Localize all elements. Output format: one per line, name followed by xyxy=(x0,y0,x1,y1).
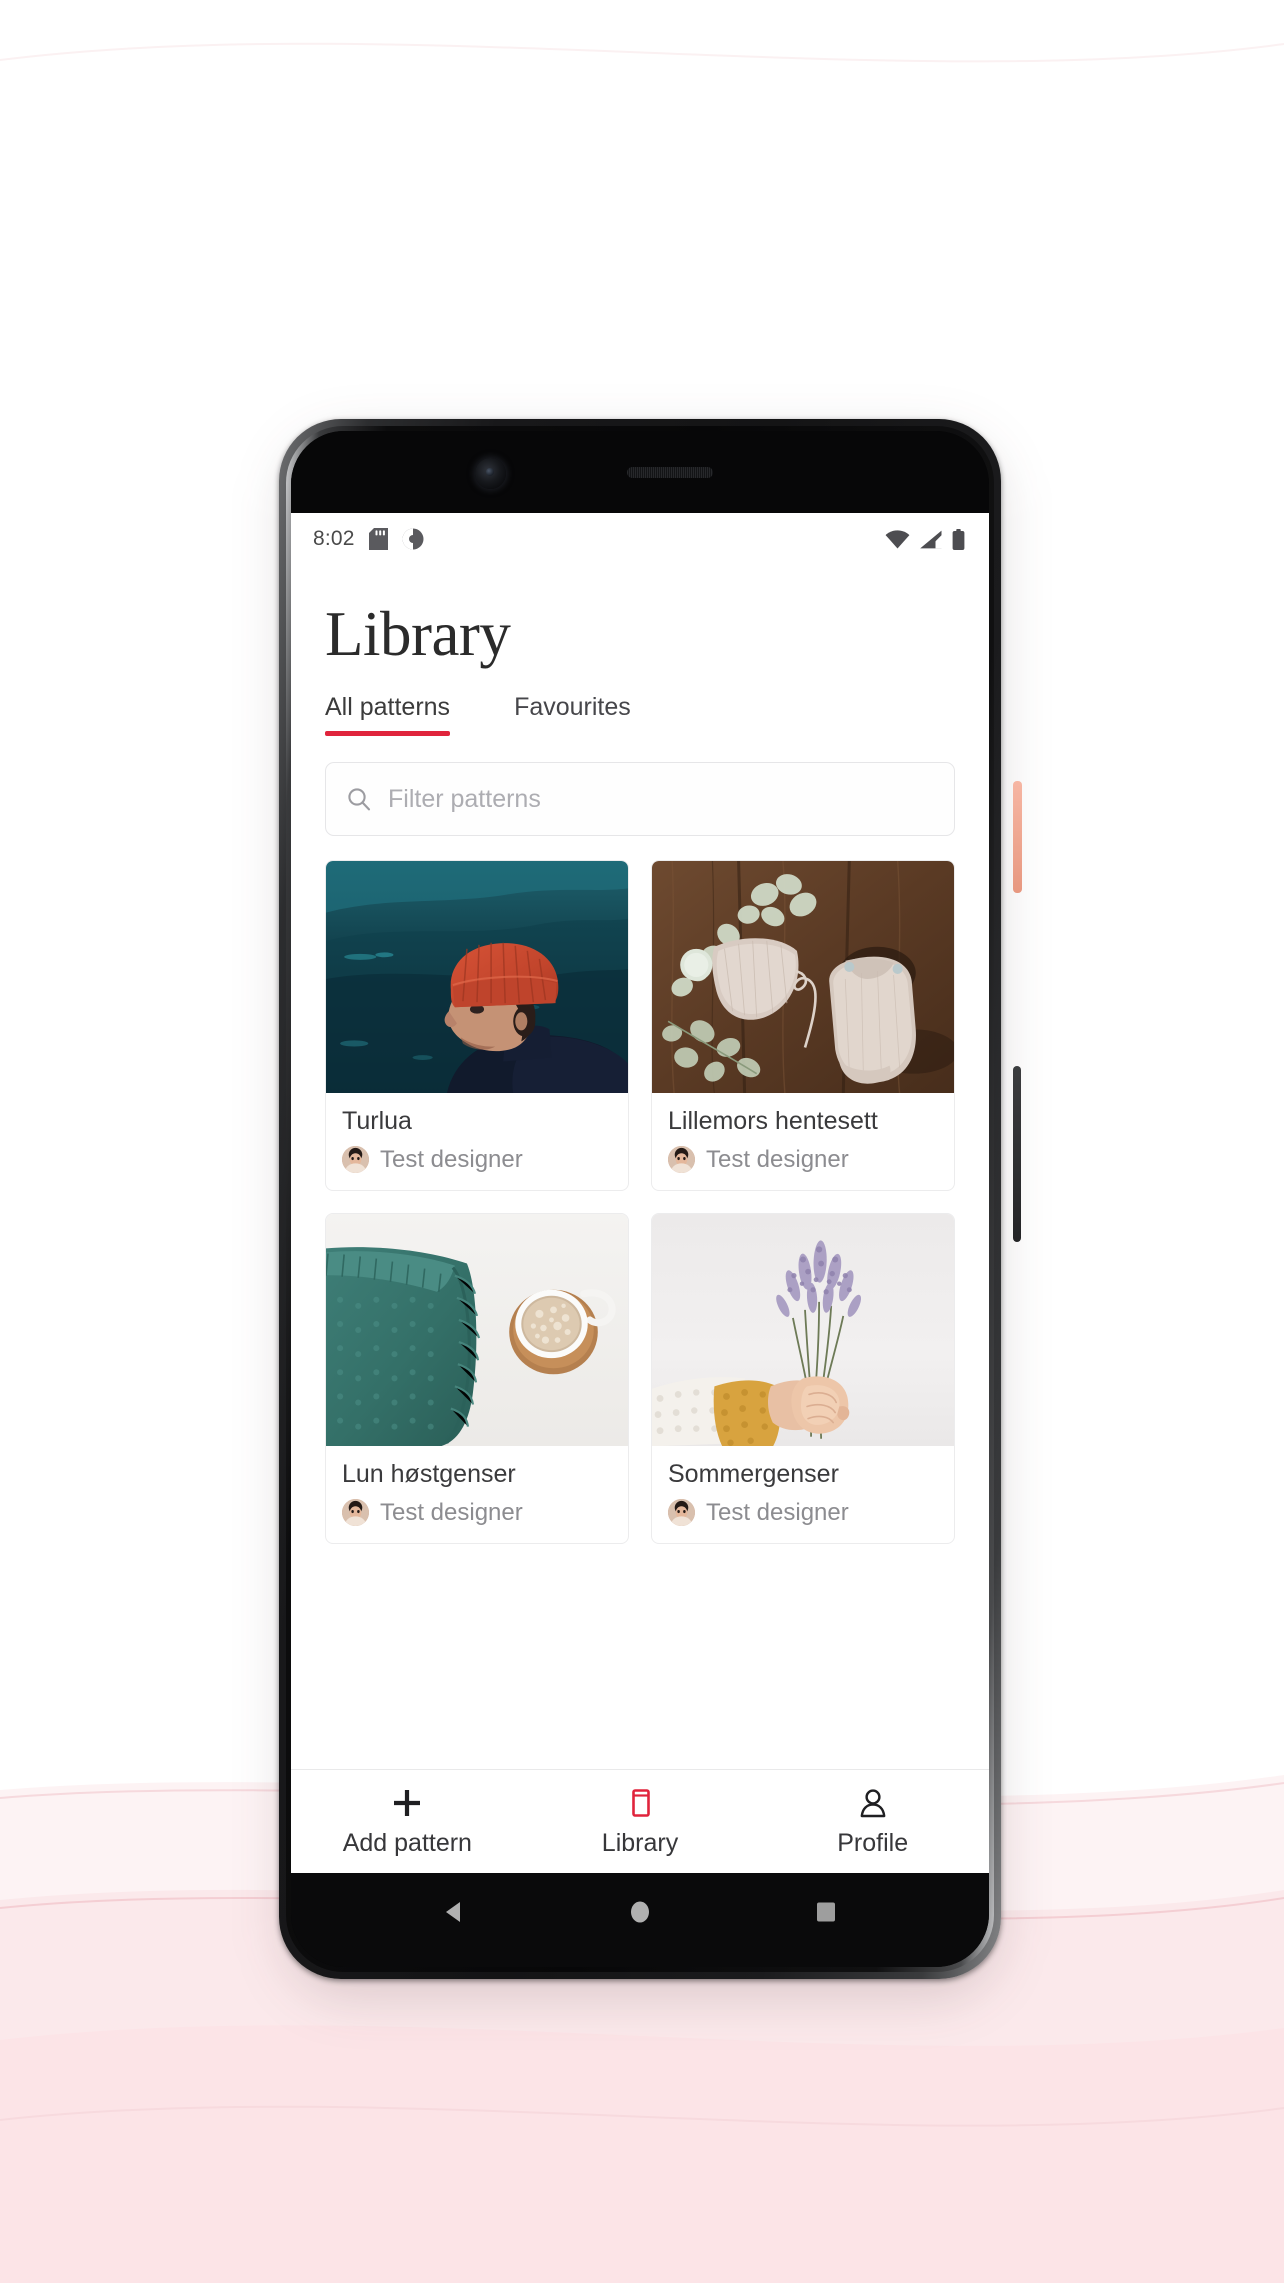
pattern-author-row: Test designer xyxy=(668,1146,938,1174)
tab-all-patterns[interactable]: All patterns xyxy=(325,693,476,737)
tab-favourites-label: Favourites xyxy=(514,693,631,722)
status-bar: 8:02 xyxy=(291,513,989,565)
avatar xyxy=(668,1146,695,1174)
pattern-author-row: Test designer xyxy=(668,1499,938,1527)
person-icon xyxy=(860,1788,886,1817)
pattern-thumbnail xyxy=(652,1213,954,1446)
search-input[interactable]: Filter patterns xyxy=(325,762,955,837)
pattern-author: Test designer xyxy=(380,1498,523,1526)
pattern-thumbnail xyxy=(326,1213,628,1446)
pattern-title: Turlua xyxy=(342,1107,412,1136)
phone-top-chrome xyxy=(291,431,989,513)
avatar xyxy=(668,1499,695,1527)
pattern-card-body: Turlua Test designer xyxy=(326,1093,628,1190)
earpiece-speaker xyxy=(627,467,713,478)
cellular-signal-icon xyxy=(920,530,942,548)
nav-label-profile: Profile xyxy=(837,1828,909,1857)
phone-device: 8:02 Library All patterns Favourites Fil… xyxy=(267,411,1022,1999)
pattern-card-body: Lillemors hentesett Test designer xyxy=(652,1093,954,1190)
search-icon xyxy=(348,788,371,811)
search-placeholder: Filter patterns xyxy=(388,784,541,813)
pattern-author: Test designer xyxy=(706,1498,849,1526)
app-header: Library xyxy=(291,565,989,667)
nav-item-profile[interactable]: Profile xyxy=(756,1786,989,1858)
tab-all-patterns-label: All patterns xyxy=(325,693,451,722)
book-icon xyxy=(632,1788,650,1817)
battery-icon xyxy=(952,528,965,550)
recents-button[interactable] xyxy=(811,1897,841,1927)
bottom-navigation: Add pattern Library Profile xyxy=(291,1769,989,1873)
tab-favourites[interactable]: Favourites xyxy=(476,693,645,736)
pattern-author-row: Test designer xyxy=(342,1146,612,1174)
avatar xyxy=(342,1146,369,1174)
pattern-title: Sommergenser xyxy=(668,1459,839,1488)
tab-bar: All patterns Favourites xyxy=(291,693,989,737)
pattern-grid: Turlua Test designer Lillemors hentesett… xyxy=(291,860,989,1544)
plus-icon xyxy=(394,1789,421,1816)
sd-card-icon xyxy=(368,528,388,550)
volume-rocker-button[interactable] xyxy=(1013,1066,1021,1242)
device-screen: 8:02 Library All patterns Favourites Fil… xyxy=(291,431,989,1967)
home-button[interactable] xyxy=(625,1897,655,1927)
power-button[interactable] xyxy=(1013,781,1022,893)
status-bar-right xyxy=(885,528,965,550)
front-camera-icon xyxy=(475,458,506,489)
status-bar-left: 8:02 xyxy=(313,527,424,551)
pattern-author-row: Test designer xyxy=(342,1499,612,1527)
pattern-author: Test designer xyxy=(706,1145,849,1173)
nav-label-add-pattern: Add pattern xyxy=(342,1828,472,1857)
status-time: 8:02 xyxy=(313,527,355,550)
page-title: Library xyxy=(325,599,511,669)
pattern-title: Lun høstgenser xyxy=(342,1459,516,1488)
pattern-card[interactable]: Turlua Test designer xyxy=(325,860,629,1191)
nav-item-library[interactable]: Library xyxy=(524,1786,757,1858)
pattern-card[interactable]: Lillemors hentesett Test designer xyxy=(651,860,955,1191)
pattern-thumbnail xyxy=(326,861,628,1094)
pattern-author: Test designer xyxy=(380,1145,523,1173)
pattern-card-body: Lun høstgenser Test designer xyxy=(326,1446,628,1543)
pattern-card-body: Sommergenser Test designer xyxy=(652,1446,954,1543)
nav-item-add-pattern[interactable]: Add pattern xyxy=(291,1786,524,1858)
app-viewport: 8:02 Library All patterns Favourites Fil… xyxy=(291,513,989,1873)
avatar xyxy=(342,1499,369,1527)
system-navigation-bar xyxy=(291,1873,989,1967)
pattern-thumbnail xyxy=(652,861,954,1094)
pattern-card[interactable]: Sommergenser Test designer xyxy=(651,1212,955,1544)
wifi-icon xyxy=(885,529,910,548)
back-button[interactable] xyxy=(439,1897,469,1927)
pattern-title: Lillemors hentesett xyxy=(668,1107,878,1136)
search-section: Filter patterns xyxy=(291,736,989,837)
do-not-disturb-icon xyxy=(402,528,424,550)
pattern-card[interactable]: Lun høstgenser Test designer xyxy=(325,1212,629,1544)
tab-active-indicator xyxy=(325,731,451,737)
nav-label-library: Library xyxy=(601,1828,679,1857)
